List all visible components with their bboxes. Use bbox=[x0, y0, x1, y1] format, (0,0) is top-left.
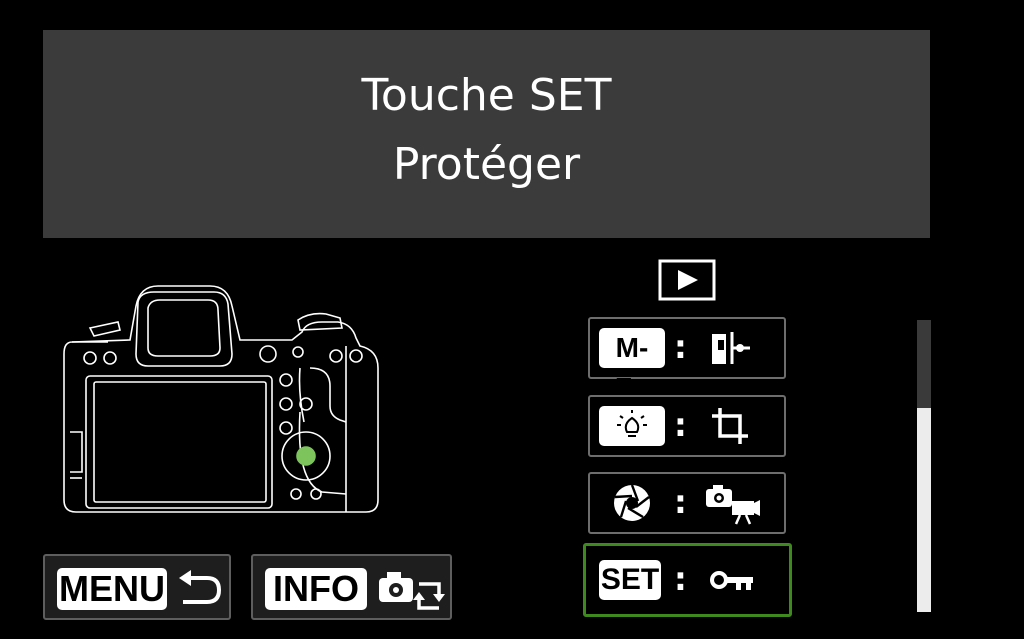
menu-label: MENU bbox=[57, 568, 167, 610]
menu-back-button[interactable]: MENU bbox=[43, 554, 231, 620]
info-label: INFO bbox=[265, 568, 367, 610]
photo-movie-switch-icon bbox=[706, 485, 760, 525]
function-description-panel: Touche SET Protéger bbox=[43, 30, 930, 238]
assignment-row-m-fn[interactable]: M-Fn : bbox=[588, 317, 786, 403]
crop-icon bbox=[712, 408, 748, 444]
assignment-row-illumination[interactable]: : bbox=[588, 395, 786, 457]
return-arrow-icon bbox=[179, 570, 222, 604]
scrollbar-thumb[interactable] bbox=[917, 408, 931, 612]
separator: : bbox=[674, 560, 687, 599]
separator: : bbox=[674, 483, 687, 522]
protect-key-icon bbox=[710, 571, 753, 590]
assignment-row-set-selected[interactable]: SET : bbox=[583, 543, 792, 617]
assignment-row-aperture[interactable]: : bbox=[588, 472, 786, 534]
function-name: Protéger bbox=[392, 139, 581, 190]
separator: : bbox=[674, 328, 687, 367]
control-name: Touche SET bbox=[361, 70, 612, 121]
set-button-icon: SET bbox=[599, 560, 661, 600]
info-shooting-button[interactable]: INFO bbox=[251, 554, 452, 620]
separator: : bbox=[674, 406, 687, 445]
rating-icon bbox=[712, 332, 750, 364]
lcd-illumination-button-icon bbox=[599, 406, 665, 446]
scrollbar[interactable] bbox=[917, 320, 931, 612]
m-fn-button-icon: M-Fn bbox=[599, 328, 665, 403]
camera-rotate-icon bbox=[379, 572, 445, 610]
aperture-button-icon bbox=[614, 484, 650, 521]
camera-back-illustration bbox=[63, 285, 379, 513]
playback-icon bbox=[658, 259, 716, 301]
